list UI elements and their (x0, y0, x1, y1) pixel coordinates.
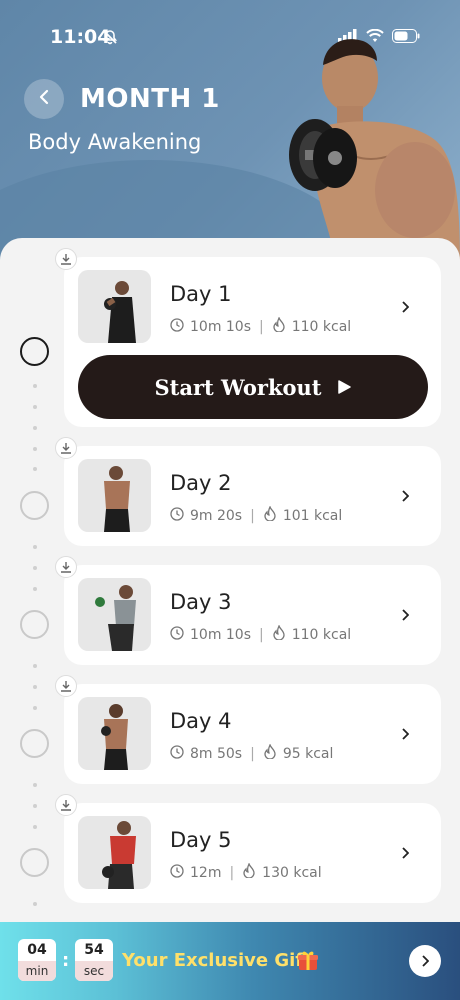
duration-text: 8m 50s (190, 745, 243, 762)
timeline-dot (33, 664, 37, 668)
timeline-marker-day-5 (20, 848, 49, 877)
day-4-thumbnail (78, 697, 151, 770)
back-button[interactable] (24, 79, 64, 119)
gift-text: Your Exclusive Gift (122, 950, 312, 971)
chevron-right-icon (421, 952, 430, 971)
bell-muted-icon (102, 29, 118, 49)
flame-icon (272, 316, 286, 336)
countdown-separator: : (62, 950, 70, 971)
day-meta: 12m | 130 kcal (170, 862, 322, 882)
duration-text: 12m (190, 864, 222, 881)
day-meta: 8m 50s | 95 kcal (170, 743, 334, 763)
flame-icon (263, 743, 277, 763)
timeline-dot (33, 902, 37, 906)
day-card-2[interactable]: Day 2 9m 20s | 101 kcal (55, 437, 441, 546)
start-workout-button[interactable]: Start Workout (78, 355, 428, 419)
gift-open-button[interactable] (409, 945, 441, 977)
day-card-1[interactable]: Day 1 10m 10s | 110 kcal Start Workout (55, 248, 441, 427)
countdown-seconds-value: 54 (84, 942, 104, 958)
countdown-minutes-value: 04 (27, 942, 47, 958)
chevron-right-icon (401, 725, 410, 744)
start-workout-label: Start Workout (154, 374, 322, 400)
chevron-left-icon (37, 89, 51, 109)
timeline-dot (33, 426, 37, 430)
page-title: MONTH 1 (80, 84, 220, 114)
download-icon[interactable] (55, 675, 77, 697)
day-meta: 10m 10s | 110 kcal (170, 316, 352, 336)
calories-text: 130 kcal (262, 864, 322, 881)
day-2-thumbnail (78, 459, 151, 532)
clock-icon (170, 625, 184, 644)
calories-text: 95 kcal (282, 745, 334, 762)
day-title: Day 4 (170, 709, 232, 733)
day-title: Day 3 (170, 590, 232, 614)
duration-text: 10m 10s (190, 318, 252, 335)
timeline-dot (33, 467, 37, 471)
chevron-right-icon (401, 487, 410, 506)
day-meta: 10m 10s | 110 kcal (170, 624, 352, 644)
timeline-dot (33, 706, 37, 710)
flame-icon (242, 862, 256, 882)
day-5-thumbnail (78, 816, 151, 889)
day-card-3[interactable]: Day 3 10m 10s | 110 kcal (55, 556, 441, 665)
play-icon (337, 380, 351, 394)
header: 11:04 MONTH 1 Body Awakening (0, 0, 460, 270)
day-3-thumbnail (78, 578, 151, 651)
timeline-marker-day-2 (20, 491, 49, 520)
timeline-dot (33, 804, 37, 808)
day-meta: 9m 20s | 101 kcal (170, 505, 343, 525)
day-title: Day 1 (170, 282, 232, 306)
chevron-right-icon (401, 606, 410, 625)
timeline-dot (33, 405, 37, 409)
timeline-dot (33, 587, 37, 591)
timeline-dot (33, 447, 37, 451)
timeline-dot (33, 783, 37, 787)
countdown-seconds: 54 sec (75, 939, 113, 981)
timeline-marker-day-4 (20, 729, 49, 758)
gift-icon (296, 948, 320, 976)
day-card-5[interactable]: Day 5 12m | 130 kcal (55, 794, 441, 903)
timeline-dot (33, 825, 37, 829)
flame-icon (263, 505, 277, 525)
calories-text: 110 kcal (291, 626, 352, 643)
page-subtitle: Body Awakening (28, 130, 202, 154)
download-icon[interactable] (55, 248, 77, 270)
timeline-marker-day-3 (20, 610, 49, 639)
day-title: Day 2 (170, 471, 232, 495)
day-1-thumbnail (78, 270, 151, 343)
day-title: Day 5 (170, 828, 232, 852)
countdown-seconds-unit: sec (75, 961, 113, 981)
download-icon[interactable] (55, 437, 77, 459)
download-icon[interactable] (55, 794, 77, 816)
clock-icon (170, 744, 184, 763)
timeline-dot (33, 545, 37, 549)
duration-text: 9m 20s (190, 507, 243, 524)
chevron-right-icon (401, 298, 410, 317)
duration-text: 10m 10s (190, 626, 252, 643)
timeline-dot (33, 384, 37, 388)
countdown-minutes: 04 min (18, 939, 56, 981)
clock-icon (170, 863, 184, 882)
calories-text: 110 kcal (291, 318, 352, 335)
countdown-minutes-unit: min (18, 961, 56, 981)
timeline-marker-day-1-current (20, 337, 49, 366)
flame-icon (272, 624, 286, 644)
clock-icon (170, 317, 184, 336)
calories-text: 101 kcal (282, 507, 343, 524)
clock-icon (170, 506, 184, 525)
download-icon[interactable] (55, 556, 77, 578)
timeline-dot (33, 685, 37, 689)
timeline-dot (33, 566, 37, 570)
hero-athlete-image (275, 20, 460, 261)
exclusive-gift-banner[interactable]: 04 min : 54 sec Your Exclusive Gift (0, 922, 460, 1000)
chevron-right-icon (401, 844, 410, 863)
day-card-4[interactable]: Day 4 8m 50s | 95 kcal (55, 675, 441, 784)
